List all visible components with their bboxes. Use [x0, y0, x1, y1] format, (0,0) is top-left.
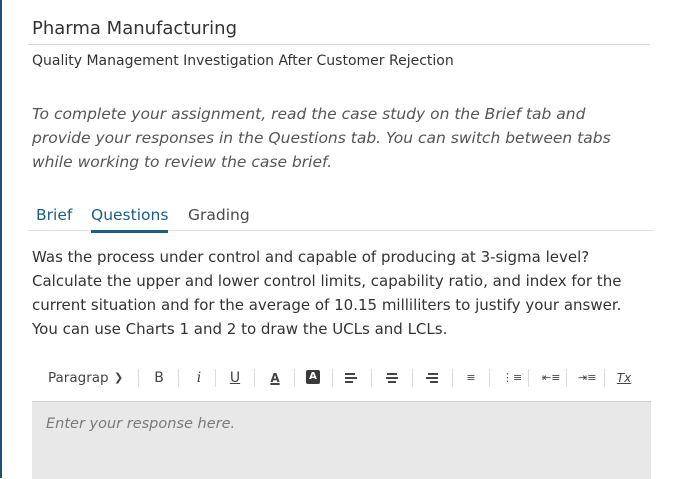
left-accent-bar	[0, 0, 2, 478]
font-color-button[interactable]: A	[268, 364, 282, 392]
italic-button[interactable]: i	[192, 364, 206, 392]
tab-grading[interactable]: Grading	[188, 204, 250, 230]
toolbar-divider	[604, 369, 605, 387]
toolbar-divider	[254, 369, 255, 387]
page-title: Pharma Manufacturing	[32, 18, 238, 39]
toolbar-divider	[412, 369, 413, 387]
response-placeholder: Enter your response here.	[46, 416, 236, 432]
tab-questions[interactable]: Questions	[91, 204, 169, 233]
tab-brief[interactable]: Brief	[36, 204, 72, 230]
question-text: Was the process under control and capabl…	[32, 248, 622, 338]
bulleted-list-icon[interactable]: ⋮≡	[502, 364, 522, 392]
toolbar-divider	[566, 369, 567, 387]
tab-bar: Brief Questions Grading	[28, 204, 654, 233]
outdent-icon[interactable]: ⇤≡	[542, 364, 560, 392]
title-divider	[28, 44, 650, 45]
numbered-list-icon[interactable]: ≡	[464, 364, 478, 392]
toolbar-divider	[371, 369, 372, 387]
toolbar-divider	[489, 369, 490, 387]
toolbar-divider	[178, 369, 179, 387]
align-left-icon[interactable]	[345, 373, 357, 383]
toolbar-divider	[215, 369, 216, 387]
bold-button[interactable]: B	[152, 364, 166, 392]
toolbar-divider	[452, 369, 453, 387]
toolbar-divider	[138, 369, 139, 387]
editor-toolbar: Paragrap ❯ B i U A A ≡ ⋮≡ ⇤≡ ⇥≡ Tx	[32, 364, 652, 392]
align-center-icon[interactable]	[386, 373, 398, 383]
page-subtitle: Quality Management Investigation After C…	[32, 53, 454, 69]
toolbar-divider	[332, 369, 333, 387]
toolbar-divider	[528, 369, 529, 387]
chevron-down-icon[interactable]: ❯	[114, 364, 123, 392]
response-editor[interactable]: Enter your response here.	[32, 401, 651, 479]
align-right-icon[interactable]	[426, 373, 438, 383]
toolbar-divider	[294, 369, 295, 387]
paragraph-format-select[interactable]: Paragrap	[48, 364, 109, 392]
background-color-button[interactable]: A	[306, 370, 320, 384]
indent-icon[interactable]: ⇥≡	[578, 364, 596, 392]
assignment-instructions: To complete your assignment, read the ca…	[32, 105, 611, 171]
clear-formatting-button[interactable]: Tx	[616, 364, 632, 392]
underline-button[interactable]: U	[228, 364, 242, 392]
